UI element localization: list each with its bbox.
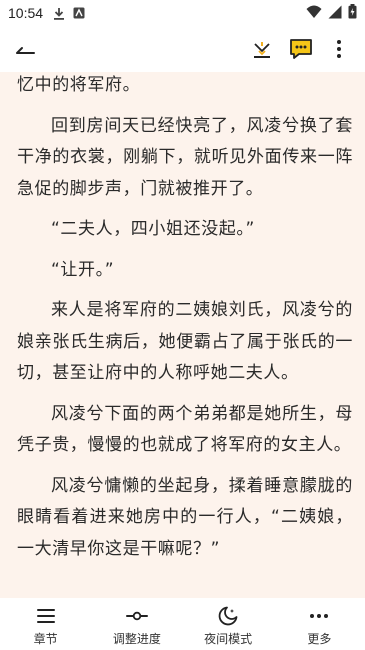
status-system-icons [306,4,357,19]
progress-slider-icon [125,611,148,621]
chapter-text: 忆中的将军府。 回到房间天已经快亮了，风凌兮换了套干净的衣裳，刚躺下，就听见外面… [17,72,353,574]
nav-label: 章节 [33,632,58,646]
status-bar: 10:54 [0,0,365,26]
paragraph: 风凌兮慵懒的坐起身，揉着睡意朦胧的眼睛看着进来她房中的一行人，“二姨娘，一大清早… [17,475,353,559]
battery-icon [348,4,357,19]
nav-label: 夜间模式 [204,632,253,646]
paragraph: 风凌兮下面的两个弟弟都是她所生，母凭子贵，慢慢的也就成了将军府的女主人。 [17,403,353,456]
back-arrow-icon [16,47,35,54]
nav-label: 调整进度 [112,632,161,646]
more-options-button[interactable] [331,37,347,61]
paragraph: 回到房间天已经快亮了，风凌兮换了套干净的衣裳，刚躺下，就听见外面传来一阵急促的脚… [17,115,353,199]
paragraph: “二夫人，四小姐还没起。” [51,219,255,239]
reader-toolbar [0,26,365,72]
signal-icon [328,5,342,18]
comment-button[interactable] [288,36,314,62]
status-notification-icons [53,7,85,20]
nav-label: 更多 [307,632,332,646]
bottom-nav: 章节 调整进度 夜间模式 更多 [0,598,365,650]
reader-page[interactable]: 忆中的将军府。 回到房间天已经快亮了，风凌兮换了套干净的衣裳，刚躺下，就听见外面… [0,72,365,598]
night-mode-icon [218,606,238,626]
nav-more-button[interactable]: 更多 [274,598,365,650]
download-button[interactable] [250,38,274,62]
paragraph: “让开。” [51,259,115,280]
download-icon [254,42,270,58]
download-status-icon [54,7,65,20]
back-button[interactable] [12,37,40,61]
wifi-icon [306,5,322,18]
chapters-icon [36,609,55,623]
paragraph: 来人是将军府的二姨娘刘氏，风凌兮的娘亲张氏生病后，她便霸占了属于张氏的一切，甚至… [17,300,353,383]
nav-progress-button[interactable]: 调整进度 [91,598,182,650]
comment-icon [290,39,312,59]
more-horizontal-icon [310,614,329,618]
paragraph: 忆中的将军府。 [17,75,141,95]
nav-night-mode-button[interactable]: 夜间模式 [183,598,274,650]
status-time: 10:54 [8,5,44,21]
nav-chapters-button[interactable]: 章节 [0,598,91,650]
more-vertical-icon [337,40,341,58]
app-status-icon [73,7,85,19]
